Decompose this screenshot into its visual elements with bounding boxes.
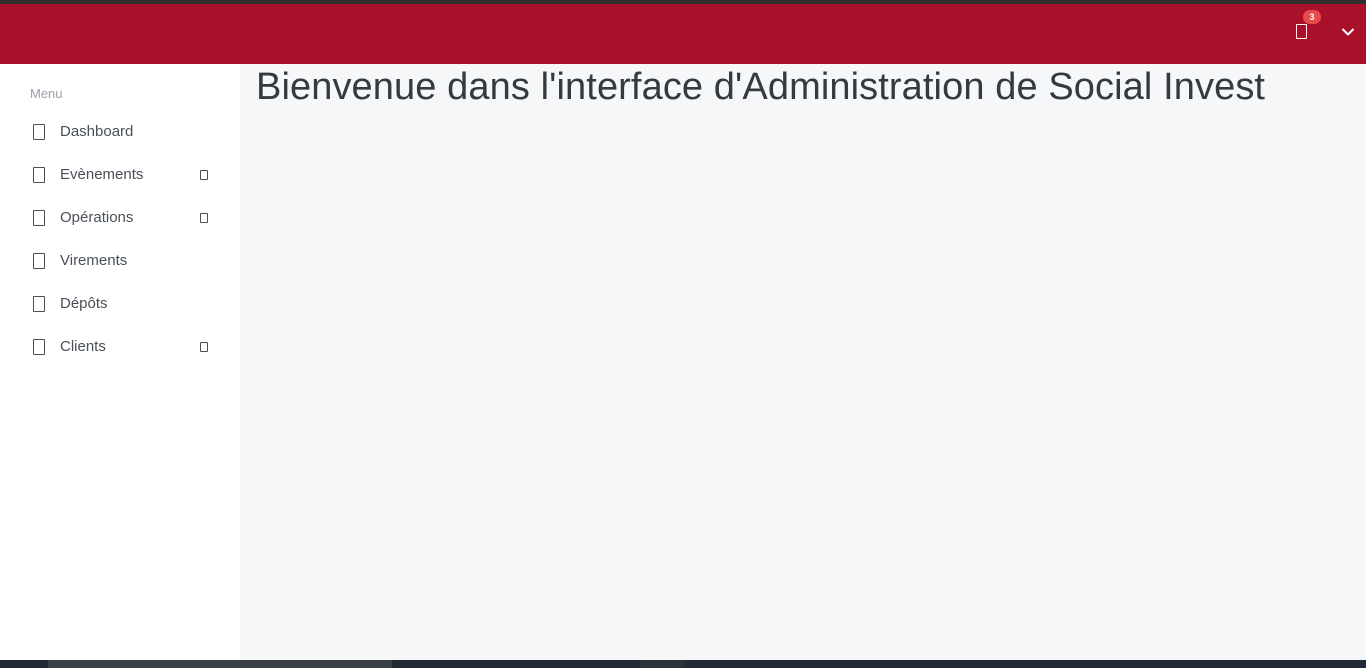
submenu-arrow-icon (200, 212, 208, 223)
deposit-icon (33, 295, 45, 312)
calendar-icon (33, 166, 45, 183)
taskbar (0, 660, 1366, 668)
transfer-icon (33, 252, 45, 269)
sidebar-item-clients[interactable]: Clients (0, 325, 240, 368)
sidebar-item-label: Virements (60, 252, 128, 269)
user-menu-toggle[interactable] (1338, 22, 1358, 42)
sidebar-item-label: Dépôts (60, 295, 108, 312)
bell-icon (1295, 23, 1307, 39)
sidebar-item-label: Clients (60, 338, 106, 355)
notification-count-badge: 3 (1303, 10, 1321, 24)
users-icon (33, 338, 45, 355)
top-navbar (0, 4, 1366, 64)
sidebar-item-dashboard[interactable]: Dashboard (0, 110, 240, 153)
submenu-arrow-icon (200, 169, 208, 180)
sidebar: Menu Dashboard Evènements Opérations Vir… (0, 64, 240, 660)
submenu-arrow-icon (200, 341, 208, 352)
page-title: Bienvenue dans l'interface d'Administrat… (256, 66, 1266, 108)
sidebar-item-label: Dashboard (60, 123, 134, 140)
dashboard-icon (33, 123, 45, 140)
taskbar-window-item[interactable] (48, 660, 392, 668)
sidebar-item-label: Evènements (60, 166, 144, 183)
sidebar-menu-title: Menu (30, 86, 63, 101)
sidebar-item-label: Opérations (60, 209, 134, 226)
sidebar-item-virements[interactable]: Virements (0, 239, 240, 282)
main-content: Bienvenue dans l'interface d'Administrat… (240, 64, 1366, 660)
sidebar-item-operations[interactable]: Opérations (0, 196, 240, 239)
operations-icon (33, 209, 45, 226)
sidebar-item-depots[interactable]: Dépôts (0, 282, 240, 325)
chevron-down-icon (1342, 28, 1354, 36)
sidebar-item-evenements[interactable]: Evènements (0, 153, 240, 196)
taskbar-window-item[interactable] (640, 660, 684, 668)
